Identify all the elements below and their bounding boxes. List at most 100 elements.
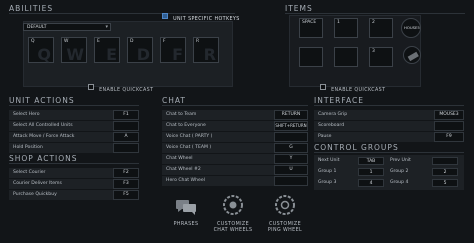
abilities-title: ABILITIES (9, 4, 54, 13)
keybind-key[interactable] (113, 121, 139, 131)
keybind-row[interactable]: Select All Controlled Units (9, 121, 139, 131)
keybind-row[interactable]: Hero Chat Wheel (162, 176, 308, 186)
control-groups-title: CONTROL GROUPS (314, 143, 399, 152)
keybind-label: Select All Controlled Units (13, 123, 73, 129)
keybind-row[interactable]: Camera Grip MOUSE3 (314, 110, 464, 120)
control-group-key[interactable]: 1 (358, 168, 384, 176)
item-slot-3[interactable]: 2 (369, 18, 393, 38)
keybind-row[interactable]: Chat Wheel #2 U (162, 165, 308, 175)
keybind-row[interactable]: Purchase Quickbuy F5 (9, 190, 139, 200)
items-title: ITEMS (285, 4, 313, 13)
phrases-button[interactable]: PHRASES (168, 198, 204, 228)
items-quickcast-checkbox[interactable] (320, 83, 326, 90)
ability-key-q: Q (31, 39, 35, 44)
keybind-row[interactable]: Voice Chat ( PARTY ) (162, 132, 308, 142)
profile-dropdown[interactable]: DEFAULT ▾ (23, 23, 111, 31)
control-group-key[interactable]: TAB (358, 157, 384, 165)
neutral-item-slot[interactable]: HOUSE5 (401, 18, 421, 38)
tp-scroll-slot[interactable] (403, 46, 421, 64)
unit-actions-title: UNIT ACTIONS (9, 96, 75, 105)
keybind-row[interactable]: Chat to Everyone SHIFT+RETURN (162, 121, 308, 131)
ability-slot-e[interactable]: EE (94, 37, 120, 64)
items-quickcast-label: ENABLE QUICKCAST (331, 88, 386, 93)
keybind-label: Purchase Quickbuy (13, 192, 57, 198)
keybind-label: Chat Wheel #2 (166, 167, 201, 173)
chat-list: Chat to Team RETURN Chat to Everyone SHIFT… (162, 110, 308, 187)
shop-actions-list: Select Courier F2 Courier Deliver Items F3… (9, 168, 139, 201)
keybind-label: Hold Position (13, 145, 43, 151)
chat-divider (162, 105, 308, 106)
control-group-key[interactable]: 2 (432, 168, 458, 176)
keybind-key[interactable]: F3 (113, 179, 139, 189)
keybind-label: Camera Grip (318, 112, 348, 118)
ability-bg-letter: Q (37, 45, 51, 64)
control-group-label: Group 3 (318, 180, 337, 185)
chevron-down-icon: ▾ (105, 24, 108, 30)
abilities-quickcast-toggle[interactable]: ENABLE QUICKCAST (88, 76, 153, 95)
ability-slot-d[interactable]: DD (127, 37, 153, 64)
items-quickcast-toggle[interactable]: ENABLE QUICKCAST (320, 76, 385, 95)
item-slot-1[interactable]: SPACE (299, 18, 323, 38)
ability-slot-w[interactable]: WW (61, 37, 87, 64)
keybind-key[interactable]: A (113, 132, 139, 142)
keybind-key[interactable]: F9 (434, 132, 464, 142)
keybind-row[interactable]: Select Hero F1 (9, 110, 139, 120)
items-divider (285, 13, 465, 14)
keybind-row[interactable]: Hold Position (9, 143, 139, 153)
keybind-row[interactable]: Select Courier F2 (9, 168, 139, 178)
customize-chat-wheels-button[interactable]: CUSTOMIZE CHAT WHEELS (208, 194, 258, 233)
shop-actions-title: SHOP ACTIONS (9, 154, 78, 163)
keybind-key[interactable]: F2 (113, 168, 139, 178)
item-key: 3 (372, 49, 375, 54)
control-group-label: Group 1 (318, 169, 337, 174)
item-slot-6[interactable]: 3 (369, 47, 393, 67)
ability-slot-r[interactable]: RR (193, 37, 219, 64)
interface-divider (314, 105, 464, 106)
keybind-row[interactable]: Pause F9 (314, 132, 464, 142)
keybind-key[interactable] (434, 121, 464, 131)
control-group-key[interactable] (432, 157, 458, 165)
keybind-label: Scoreboard (318, 123, 345, 129)
keybind-key[interactable]: Y (274, 154, 308, 164)
item-slot-4[interactable] (299, 47, 323, 67)
chat-title: CHAT (162, 96, 187, 105)
keybind-key[interactable]: F1 (113, 110, 139, 120)
control-group-key[interactable]: 4 (358, 179, 384, 187)
customize-ping-wheel-button[interactable]: CUSTOMIZE PING WHEEL (260, 194, 310, 233)
item-slot-5[interactable] (334, 47, 358, 67)
ability-key-d: D (130, 39, 134, 44)
control-group-label: Group 4 (390, 180, 409, 185)
keybind-row[interactable]: Chat to Team RETURN (162, 110, 308, 120)
interface-title: INTERFACE (314, 96, 364, 105)
keybind-key[interactable]: G (274, 143, 308, 153)
item-key: 1 (337, 20, 340, 25)
keybind-key[interactable]: F5 (113, 190, 139, 200)
ability-slot-f[interactable]: FF (160, 37, 186, 64)
chat-wheel-icon (223, 195, 243, 215)
keybind-key[interactable]: MOUSE3 (434, 110, 464, 120)
abilities-quickcast-checkbox[interactable] (88, 83, 94, 90)
keybind-key[interactable] (274, 132, 308, 142)
ability-bg-letter: F (172, 45, 183, 64)
keybind-key[interactable]: SHIFT+RETURN (274, 121, 308, 131)
item-key: 2 (372, 20, 375, 25)
item-key: SPACE (302, 20, 317, 25)
control-group-key[interactable]: 5 (432, 179, 458, 187)
keybind-row[interactable]: Courier Deliver Items F3 (9, 179, 139, 189)
keybind-label: Courier Deliver Items (13, 181, 62, 187)
keybind-label: Chat Wheel (166, 156, 193, 162)
ability-slot-q[interactable]: QQ (28, 37, 54, 64)
keybind-row[interactable]: Chat Wheel Y (162, 154, 308, 164)
shop-actions-divider (9, 163, 139, 164)
keybind-key[interactable]: U (274, 165, 308, 175)
keybind-key[interactable] (113, 143, 139, 153)
keybind-label: Select Hero (13, 112, 40, 118)
unit-specific-checkbox[interactable] (162, 12, 168, 19)
keybind-key[interactable]: RETURN (274, 110, 308, 120)
keybind-row[interactable]: Voice Chat ( TEAM ) G (162, 143, 308, 153)
keybind-row[interactable]: Scoreboard (314, 121, 464, 131)
keybind-row[interactable]: Attack Move / Force Attack A (9, 132, 139, 142)
keybind-label: Hero Chat Wheel (166, 178, 205, 184)
keybind-key[interactable] (274, 176, 308, 186)
item-slot-2[interactable]: 1 (334, 18, 358, 38)
